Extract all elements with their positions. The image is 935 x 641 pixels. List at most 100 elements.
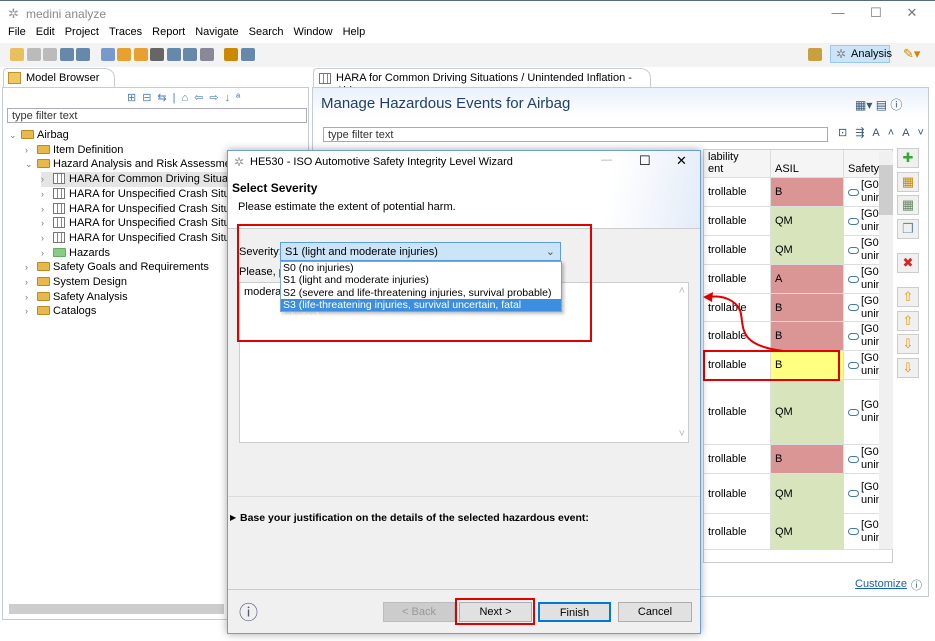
copy-icon[interactable]: ❐ (897, 219, 919, 239)
menu-project[interactable]: Project (65, 26, 99, 38)
chevron-right-icon[interactable]: › (41, 231, 53, 246)
menu-report[interactable]: Report (152, 26, 185, 38)
menu-file[interactable]: File (8, 26, 26, 38)
tab-model-browser[interactable]: Model Browser ✕ (3, 68, 115, 97)
hazard-filter-input[interactable]: type filter text (323, 127, 828, 142)
chevron-right-icon[interactable]: › (25, 260, 37, 275)
close-button[interactable]: ✕ (902, 5, 922, 23)
browser-toolbar-icons[interactable]: ⊞⊟⇆|⌂⇦⇨↓ª (127, 91, 246, 104)
open-recent-icon[interactable] (133, 48, 148, 61)
print-icon[interactable] (59, 48, 74, 61)
back-button[interactable]: < Back (383, 602, 455, 622)
cancel-button[interactable]: Cancel (618, 602, 692, 622)
tab-hara-editor[interactable]: HARA for Common Driving Situations / Uni… (313, 68, 651, 97)
asil-cell[interactable]: B (771, 445, 844, 474)
controllability-cell[interactable]: trollable (704, 380, 771, 445)
tree-item[interactable]: › Safety Goals and Requirements (25, 260, 209, 275)
tree-item-label: Hazard Analysis and Risk Assessment (53, 158, 241, 171)
menu-window[interactable]: Window (293, 26, 332, 38)
column-header[interactable]: ASIL (771, 150, 844, 178)
chevron-right-icon[interactable]: › (25, 290, 37, 305)
add-button[interactable]: ✚ (897, 148, 919, 168)
scroll-up-icon[interactable]: ˄ (679, 285, 685, 297)
report-icon[interactable] (76, 48, 90, 61)
column-header[interactable]: lability ent (704, 150, 771, 178)
wrench-icon[interactable]: ✎▾ (903, 46, 920, 62)
insert-row-icon[interactable]: ▦ (897, 195, 919, 215)
finish-button[interactable]: Finish (538, 602, 611, 622)
controllability-cell[interactable]: trollable (704, 207, 771, 236)
controllability-cell[interactable]: trollable (704, 514, 771, 550)
tree-item[interactable]: › Safety Analysis (25, 290, 128, 305)
move-up-icon[interactable]: ⇧ (897, 311, 919, 331)
chevron-right-icon[interactable]: › (25, 143, 37, 158)
chevron-right-icon[interactable]: › (41, 246, 53, 261)
controllability-cell[interactable]: trollable (704, 445, 771, 474)
tree-item[interactable]: › Hazards (41, 246, 110, 261)
add-row-icon[interactable]: ▦ (897, 172, 919, 192)
help-icon[interactable]: ⓘ (239, 598, 258, 625)
expand-arrow-icon[interactable]: ▶ (230, 513, 236, 522)
filter-tool-icons[interactable]: ⊡⇶A˄A˅ (838, 126, 932, 139)
list-icon[interactable] (199, 48, 214, 61)
controllability-cell[interactable]: trollable (704, 178, 771, 207)
details-section-toggle[interactable]: Base your justification on the details o… (240, 512, 589, 524)
chevron-right-icon[interactable]: › (41, 216, 53, 231)
analysis-perspective-button[interactable]: ✲ Analysis (830, 45, 892, 63)
chevron-down-icon[interactable]: ⌄ (25, 157, 37, 172)
menu-navigate[interactable]: Navigate (195, 26, 238, 38)
save-icon[interactable] (26, 48, 41, 61)
tree-item[interactable]: ⌄ Hazard Analysis and Risk Assessment (25, 157, 240, 172)
chevron-right-icon[interactable]: › (25, 275, 37, 290)
move-down-icon[interactable]: ⇩ (897, 334, 919, 354)
scroll-down-icon[interactable]: ˅ (679, 428, 685, 440)
close-button[interactable]: ✕ (676, 153, 687, 169)
main-toolbar: ✲ Analysis ✎▾ (0, 43, 935, 67)
new-icon[interactable] (10, 48, 24, 61)
search-icon[interactable] (166, 48, 181, 61)
controllability-cell[interactable]: trollable (704, 236, 771, 265)
menu-search[interactable]: Search (249, 26, 284, 38)
delete-icon[interactable]: ✖ (897, 253, 919, 273)
move-top-icon[interactable]: ⇧ (897, 287, 919, 307)
save-all-icon[interactable] (43, 48, 57, 61)
maximize-button[interactable]: ☐ (639, 153, 651, 169)
copy-icon[interactable] (150, 48, 164, 61)
asil-cell[interactable]: QM (771, 236, 844, 265)
model-filter-input[interactable]: type filter text (7, 108, 307, 123)
minimize-button[interactable]: — (828, 5, 848, 23)
folder-icon (37, 291, 50, 301)
help-icon[interactable]: ⓘ (911, 577, 922, 593)
asil-cell[interactable]: QM (771, 207, 844, 236)
menu-help[interactable]: Help (343, 26, 366, 38)
asil-cell[interactable]: QM (771, 380, 844, 445)
menu-edit[interactable]: Edit (36, 26, 55, 38)
open-icon[interactable] (117, 48, 131, 61)
maximize-button[interactable]: ☐ (866, 5, 886, 23)
export-icon[interactable] (224, 48, 238, 61)
chevron-right-icon[interactable]: › (41, 202, 53, 217)
tree-item[interactable]: › Catalogs (25, 304, 96, 319)
view-icons[interactable]: ▦▾ ▤ ⓘ (855, 96, 902, 113)
chevron-down-icon[interactable]: ⌄ (9, 128, 21, 143)
asil-cell[interactable]: QM (771, 474, 844, 514)
tree-item[interactable]: › Item Definition (25, 143, 123, 158)
comment-icon[interactable] (100, 48, 115, 61)
chevron-right-icon[interactable]: › (41, 172, 53, 187)
tree-item[interactable]: ⌄ Airbag (9, 128, 69, 143)
new-table-icon[interactable] (808, 48, 822, 61)
vertical-scrollbar[interactable] (879, 151, 893, 549)
chevron-right-icon[interactable]: › (41, 187, 53, 202)
asil-cell[interactable]: QM (771, 514, 844, 550)
asil-cell[interactable]: B (771, 178, 844, 207)
checklist-icon[interactable] (240, 48, 255, 61)
chevron-right-icon[interactable]: › (25, 304, 37, 319)
filter-icon[interactable] (183, 48, 197, 61)
tree-item[interactable]: › System Design (25, 275, 127, 290)
horizontal-scrollbar[interactable] (9, 604, 224, 614)
move-bottom-icon[interactable]: ⇩ (897, 358, 919, 378)
controllability-cell[interactable]: trollable (704, 474, 771, 514)
customize-link[interactable]: Customize (855, 578, 907, 590)
menu-traces[interactable]: Traces (109, 26, 142, 38)
minimize-button[interactable]: — (601, 154, 612, 166)
